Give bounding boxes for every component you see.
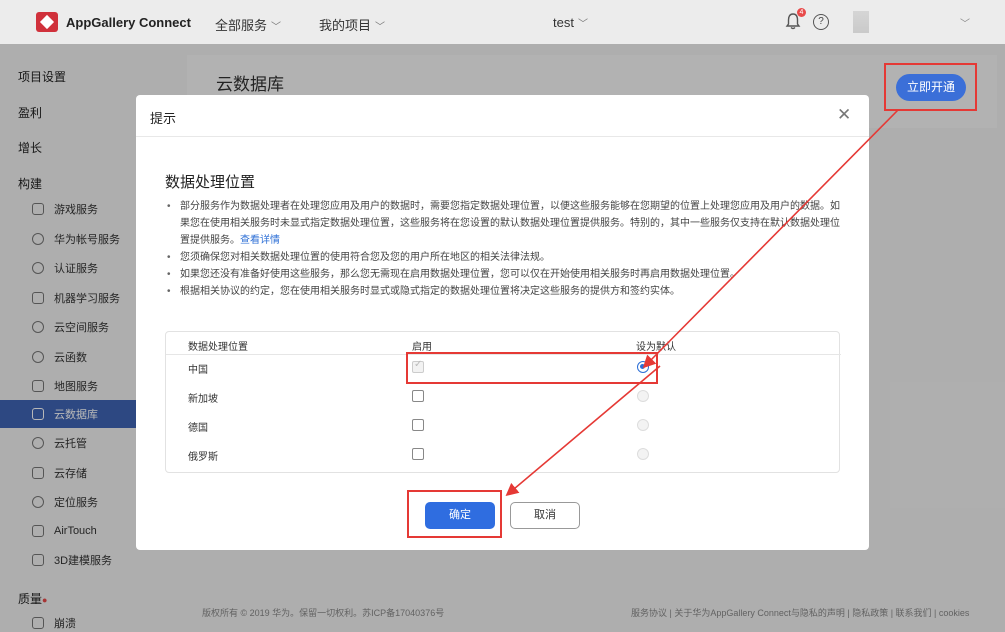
chevron-down-icon: ﹀ [271, 22, 282, 33]
cancel-button[interactable]: 取消 [510, 502, 580, 529]
default-radio-singapore [637, 390, 649, 402]
section-title: 数据处理位置 [165, 174, 256, 191]
location-cell: 俄罗斯 [188, 452, 218, 463]
project-selector[interactable]: test ﹀ [553, 15, 588, 30]
avatar[interactable] [853, 11, 869, 33]
default-radio-russia [637, 448, 649, 460]
default-radio-germany [637, 419, 649, 431]
location-cell: 新加坡 [188, 394, 218, 405]
column-header: 数据处理位置 [188, 342, 248, 353]
list-item: 如果您还没有准备好使用这些服务，那么您无需现在启用数据处理位置，您可以仅在开始使… [167, 266, 847, 283]
column-header: 启用 [412, 342, 432, 353]
location-cell: 德国 [188, 423, 208, 434]
list-item: 部分服务作为数据处理者在处理您应用及用户的数据时，需要您指定数据处理位置，以便这… [167, 198, 847, 249]
enable-checkbox-singapore[interactable] [412, 390, 424, 402]
app-name: AppGallery Connect [66, 14, 191, 30]
view-details-link[interactable]: 查看详情 [240, 235, 280, 246]
annotation-box-china-row [406, 352, 658, 384]
enable-checkbox-germany[interactable] [412, 419, 424, 431]
chevron-down-icon: ﹀ [577, 19, 588, 30]
notification-badge: 4 [797, 8, 806, 17]
location-cell: 中国 [188, 365, 208, 376]
annotation-box-enable [884, 63, 977, 111]
column-header: 设为默认 [636, 342, 676, 353]
close-icon[interactable]: ✕ [837, 105, 851, 125]
dialog-header: 提示 ✕ [136, 95, 869, 137]
data-location-dialog: 提示 ✕ 数据处理位置 部分服务作为数据处理者在处理您应用及用户的数据时，需要您… [136, 95, 869, 550]
huawei-logo-icon [36, 12, 58, 32]
info-list: 部分服务作为数据处理者在处理您应用及用户的数据时，需要您指定数据处理位置，以便这… [167, 198, 847, 300]
enable-checkbox-russia[interactable] [412, 448, 424, 460]
help-icon[interactable]: ? [813, 14, 829, 30]
list-item: 您须确保您对相关数据处理位置的使用符合您及您的用户所在地区的相关法律法规。 [167, 249, 847, 266]
annotation-box-confirm [407, 490, 502, 538]
top-bar: AppGallery Connect 全部服务 ﹀ 我的项目 ﹀ test ﹀ 4 ?… [0, 0, 1005, 44]
chevron-down-icon: ﹀ [375, 22, 386, 33]
my-projects-menu[interactable]: 我的项目 ﹀ [319, 15, 385, 34]
app-logo[interactable]: AppGallery Connect [36, 12, 191, 32]
chevron-down-icon[interactable]: ﹀ [960, 15, 970, 30]
all-services-menu[interactable]: 全部服务 ﹀ [215, 15, 281, 34]
dialog-title: 提示 [150, 111, 177, 126]
list-item: 根据相关协议的约定，您在使用相关服务时显式或隐式指定的数据处理位置将决定这些服务… [167, 283, 847, 300]
